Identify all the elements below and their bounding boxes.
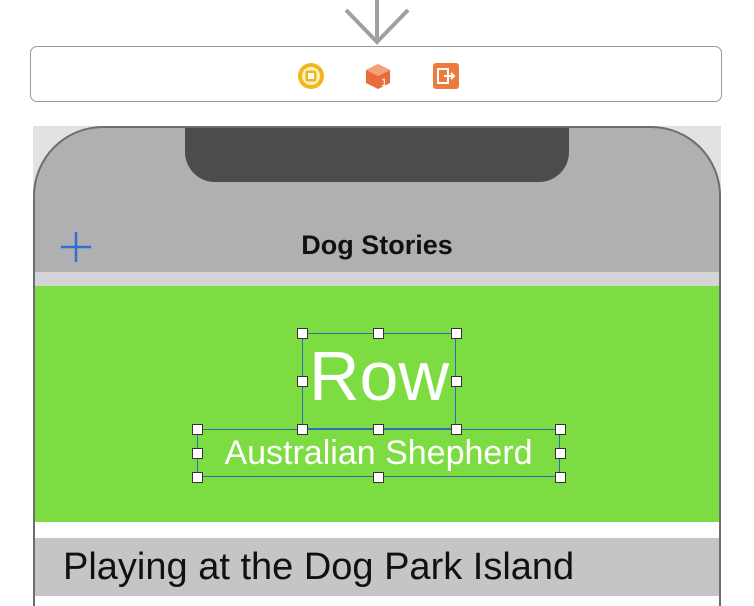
resize-handle[interactable]: [296, 423, 308, 435]
table-separator: [33, 522, 721, 538]
table-separator: [33, 272, 721, 286]
resize-handle[interactable]: [554, 471, 566, 483]
resize-handle[interactable]: [296, 327, 308, 339]
cell-title-label: Playing at the Dog Park Island: [63, 546, 575, 588]
resize-handle[interactable]: [554, 423, 566, 435]
svg-text:1: 1: [381, 77, 387, 89]
resize-handle[interactable]: [191, 471, 203, 483]
resize-handle[interactable]: [450, 423, 462, 435]
resize-handle[interactable]: [191, 423, 203, 435]
iphone-device-frame: Dog Stories Row Australian Shepherd Play…: [33, 126, 721, 596]
resize-handle[interactable]: [450, 375, 462, 387]
navigation-bar: Dog Stories: [33, 214, 721, 272]
resize-handle[interactable]: [191, 447, 203, 459]
exit-icon[interactable]: [432, 62, 460, 90]
row-title-label[interactable]: Row: [303, 336, 455, 416]
view-controller-icon[interactable]: [297, 62, 325, 90]
down-arrow-icon: [344, 0, 410, 45]
resize-handle[interactable]: [372, 471, 384, 483]
scene-dock: 1: [30, 46, 722, 102]
resize-handle[interactable]: [296, 375, 308, 387]
row-subtitle-label[interactable]: Australian Shepherd: [196, 431, 561, 475]
resize-handle[interactable]: [554, 447, 566, 459]
first-responder-icon[interactable]: 1: [364, 62, 392, 90]
resize-handle[interactable]: [450, 327, 462, 339]
resize-handle[interactable]: [372, 327, 384, 339]
device-notch: [185, 126, 569, 182]
resize-handle[interactable]: [372, 423, 384, 435]
nav-title: Dog Stories: [301, 230, 453, 260]
